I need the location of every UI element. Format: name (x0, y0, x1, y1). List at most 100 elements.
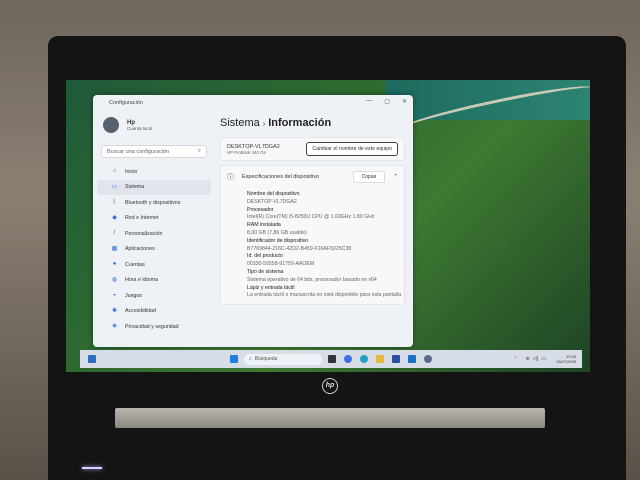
chevron-up-icon[interactable]: ⌃ (393, 174, 398, 180)
start-icon[interactable] (230, 355, 238, 363)
person-icon: ● (112, 261, 117, 268)
mail-icon[interactable] (408, 355, 416, 363)
sidebar-item-bluetooth-y-dispositivos[interactable]: ᛒ Bluetooth y dispositivos (97, 195, 211, 211)
spec-label: Nombre del dispositivo (247, 191, 300, 197)
rename-pc-button[interactable]: Cambiar el nombre de este equipo (306, 142, 398, 156)
sidebar-item-privacidad-y-seguridad[interactable]: ◈ Privacidad y seguridad (97, 319, 211, 335)
bluetooth-icon: ᛒ (112, 199, 117, 206)
hp-logo: hp (322, 378, 338, 394)
info-icon: ⓘ (227, 174, 234, 181)
battery-icon[interactable]: ▭ (541, 356, 546, 362)
window-title: Configuración (109, 100, 143, 106)
spec-value: La entrada táctil o manuscrita no está d… (247, 292, 401, 299)
sidebar-item-aplicaciones[interactable]: ▦ Aplicaciones (97, 242, 211, 258)
gamepad-icon: ◒ (112, 292, 117, 299)
maximize-button[interactable]: ▢ (384, 98, 390, 105)
device-model: HP ProBook 440 G5 (227, 149, 266, 155)
sidebar-item-cuentas[interactable]: ● Cuentas (97, 257, 211, 273)
power-led (82, 467, 102, 469)
main-content: Sistema › Información DESKTOP-VL7DGA2 HP … (220, 111, 405, 347)
search-icon: ⌕ (249, 356, 252, 362)
taskbar: ⌕ Búsqueda ⌃ ≋ ◁) ▭ 19:35 13/07/2025 (80, 350, 582, 368)
sidebar-item-label: Inicio (125, 168, 138, 175)
spec-value: Intel(R) Core(TM) i5-8250U CPU @ 1.60GHz… (247, 214, 375, 221)
title-bar: Configuración (93, 95, 413, 111)
sidebar-item-label: Personalización (125, 230, 163, 237)
sidebar-item-hora-e-idioma[interactable]: ◍ Hora e idioma (97, 273, 211, 289)
specs-title: Especificaciones del dispositivo (242, 174, 320, 180)
spec-label: Id. del producto (247, 253, 283, 260)
accessibility-icon: ✱ (111, 307, 118, 314)
spec-value: B7769844-216C-42D2-B459-F16AF5025C38 (247, 245, 352, 252)
sidebar-item-label: Hora e idioma (125, 277, 158, 284)
sidebar-nav: ⌂ Inicio ▭ Sistema ᛒ Bluetooth y dispositivos… (93, 164, 215, 335)
breadcrumb: Sistema › Información (220, 117, 405, 129)
chat-icon[interactable] (344, 355, 352, 363)
settings-icon[interactable] (424, 355, 432, 363)
sidebar-item-label: Accesibilidad (125, 308, 156, 315)
breadcrumb-separator: › (262, 121, 266, 128)
wifi-icon: ◆ (112, 214, 117, 221)
sidebar-item-red-e-internet[interactable]: ◆ Red e Internet (97, 211, 211, 227)
webcam (380, 44, 436, 58)
spec-value: 8,00 GB (7,86 GB usable) (247, 229, 307, 236)
sidebar-item-label: Privacidad y seguridad (125, 323, 179, 330)
sidebar-item-label: Bluetooth y dispositivos (125, 199, 181, 206)
date: 13/07/2025 (555, 359, 576, 364)
globe-icon: ◍ (111, 276, 118, 283)
shield-icon: ◈ (112, 323, 117, 330)
taskbar-search-label: Búsqueda (254, 356, 278, 362)
spec-label: RAM instalada (247, 222, 281, 229)
tray-chevron-icon[interactable]: ⌃ (513, 356, 517, 362)
sidebar-item-personalización[interactable]: / Personalización (97, 226, 211, 242)
search-placeholder: Buscar una configuración (107, 148, 170, 155)
avatar (103, 117, 119, 133)
spec-value: DESKTOP-VL7DGA2 (247, 198, 297, 205)
brush-icon: / (113, 230, 116, 237)
settings-window: Configuración — ▢ ✕ Hp Cuenta local Busc… (93, 95, 413, 347)
apps-icon: ▦ (111, 245, 118, 252)
specs-header[interactable]: ⓘ Especificaciones del dispositivo Copia… (221, 166, 404, 188)
search-input[interactable]: Buscar una configuración ⌕ (101, 145, 207, 158)
spec-value: Sistema operativo de 64 bits, procesador… (247, 276, 377, 283)
sidebar-item-juegos[interactable]: ◒ Juegos (97, 288, 211, 304)
sidebar: Hp Cuenta local Buscar una configuración… (93, 111, 215, 347)
sidebar-item-inicio[interactable]: ⌂ Inicio (97, 164, 211, 180)
spec-label: Lápiz y entrada táctil (247, 284, 295, 291)
spec-label: Procesador (247, 206, 274, 213)
sidebar-item-accesibilidad[interactable]: ✱ Accesibilidad (97, 304, 211, 320)
spec-value: 00330-50558-91759-AAOEM (247, 261, 315, 268)
sidebar-item-sistema[interactable]: ▭ Sistema (97, 179, 211, 195)
sidebar-item-label: Sistema (125, 184, 145, 191)
close-button[interactable]: ✕ (402, 98, 407, 105)
laptop-hinge (115, 408, 545, 428)
sidebar-item-label: Red e Internet (125, 215, 159, 222)
specs-card: ⓘ Especificaciones del dispositivo Copia… (220, 165, 405, 306)
device-card: DESKTOP-VL7DGA2 HP ProBook 440 G5 Cambiar… (220, 137, 405, 161)
volume-icon[interactable]: ◁) (533, 356, 539, 362)
user-profile[interactable]: Hp Cuenta local (93, 111, 215, 139)
taskbar-search[interactable]: ⌕ Búsqueda (244, 353, 322, 365)
network-icon[interactable]: ≋ (526, 356, 530, 362)
breadcrumb-parent[interactable]: Sistema (220, 117, 260, 129)
home-icon: ⌂ (112, 168, 117, 175)
clock[interactable]: 19:35 13/07/2025 (556, 354, 576, 364)
monitor-icon: ▭ (111, 183, 118, 190)
copy-button[interactable]: Copiar (352, 171, 386, 183)
sidebar-item-label: Juegos (125, 292, 143, 299)
account-type: Cuenta local (127, 125, 153, 131)
device-name: DESKTOP-VL7DGA2 (227, 143, 280, 150)
spec-label: Identificador de dispositivo (247, 237, 309, 244)
store-icon[interactable] (392, 355, 400, 363)
sidebar-item-label: Aplicaciones (125, 246, 155, 253)
page-title: Información (268, 117, 332, 129)
file-explorer-icon[interactable] (376, 355, 384, 363)
widgets-icon[interactable] (88, 355, 96, 363)
specs-list: Nombre del dispositivo DESKTOP-VL7DGA2 Pro… (221, 188, 404, 304)
sidebar-item-label: Cuentas (125, 261, 145, 268)
edge-icon[interactable] (360, 355, 368, 363)
minimize-button[interactable]: — (366, 98, 372, 105)
task-view-icon[interactable] (328, 355, 336, 363)
spec-label: Tipo de sistema (247, 268, 284, 275)
search-icon: ⌕ (197, 148, 201, 154)
